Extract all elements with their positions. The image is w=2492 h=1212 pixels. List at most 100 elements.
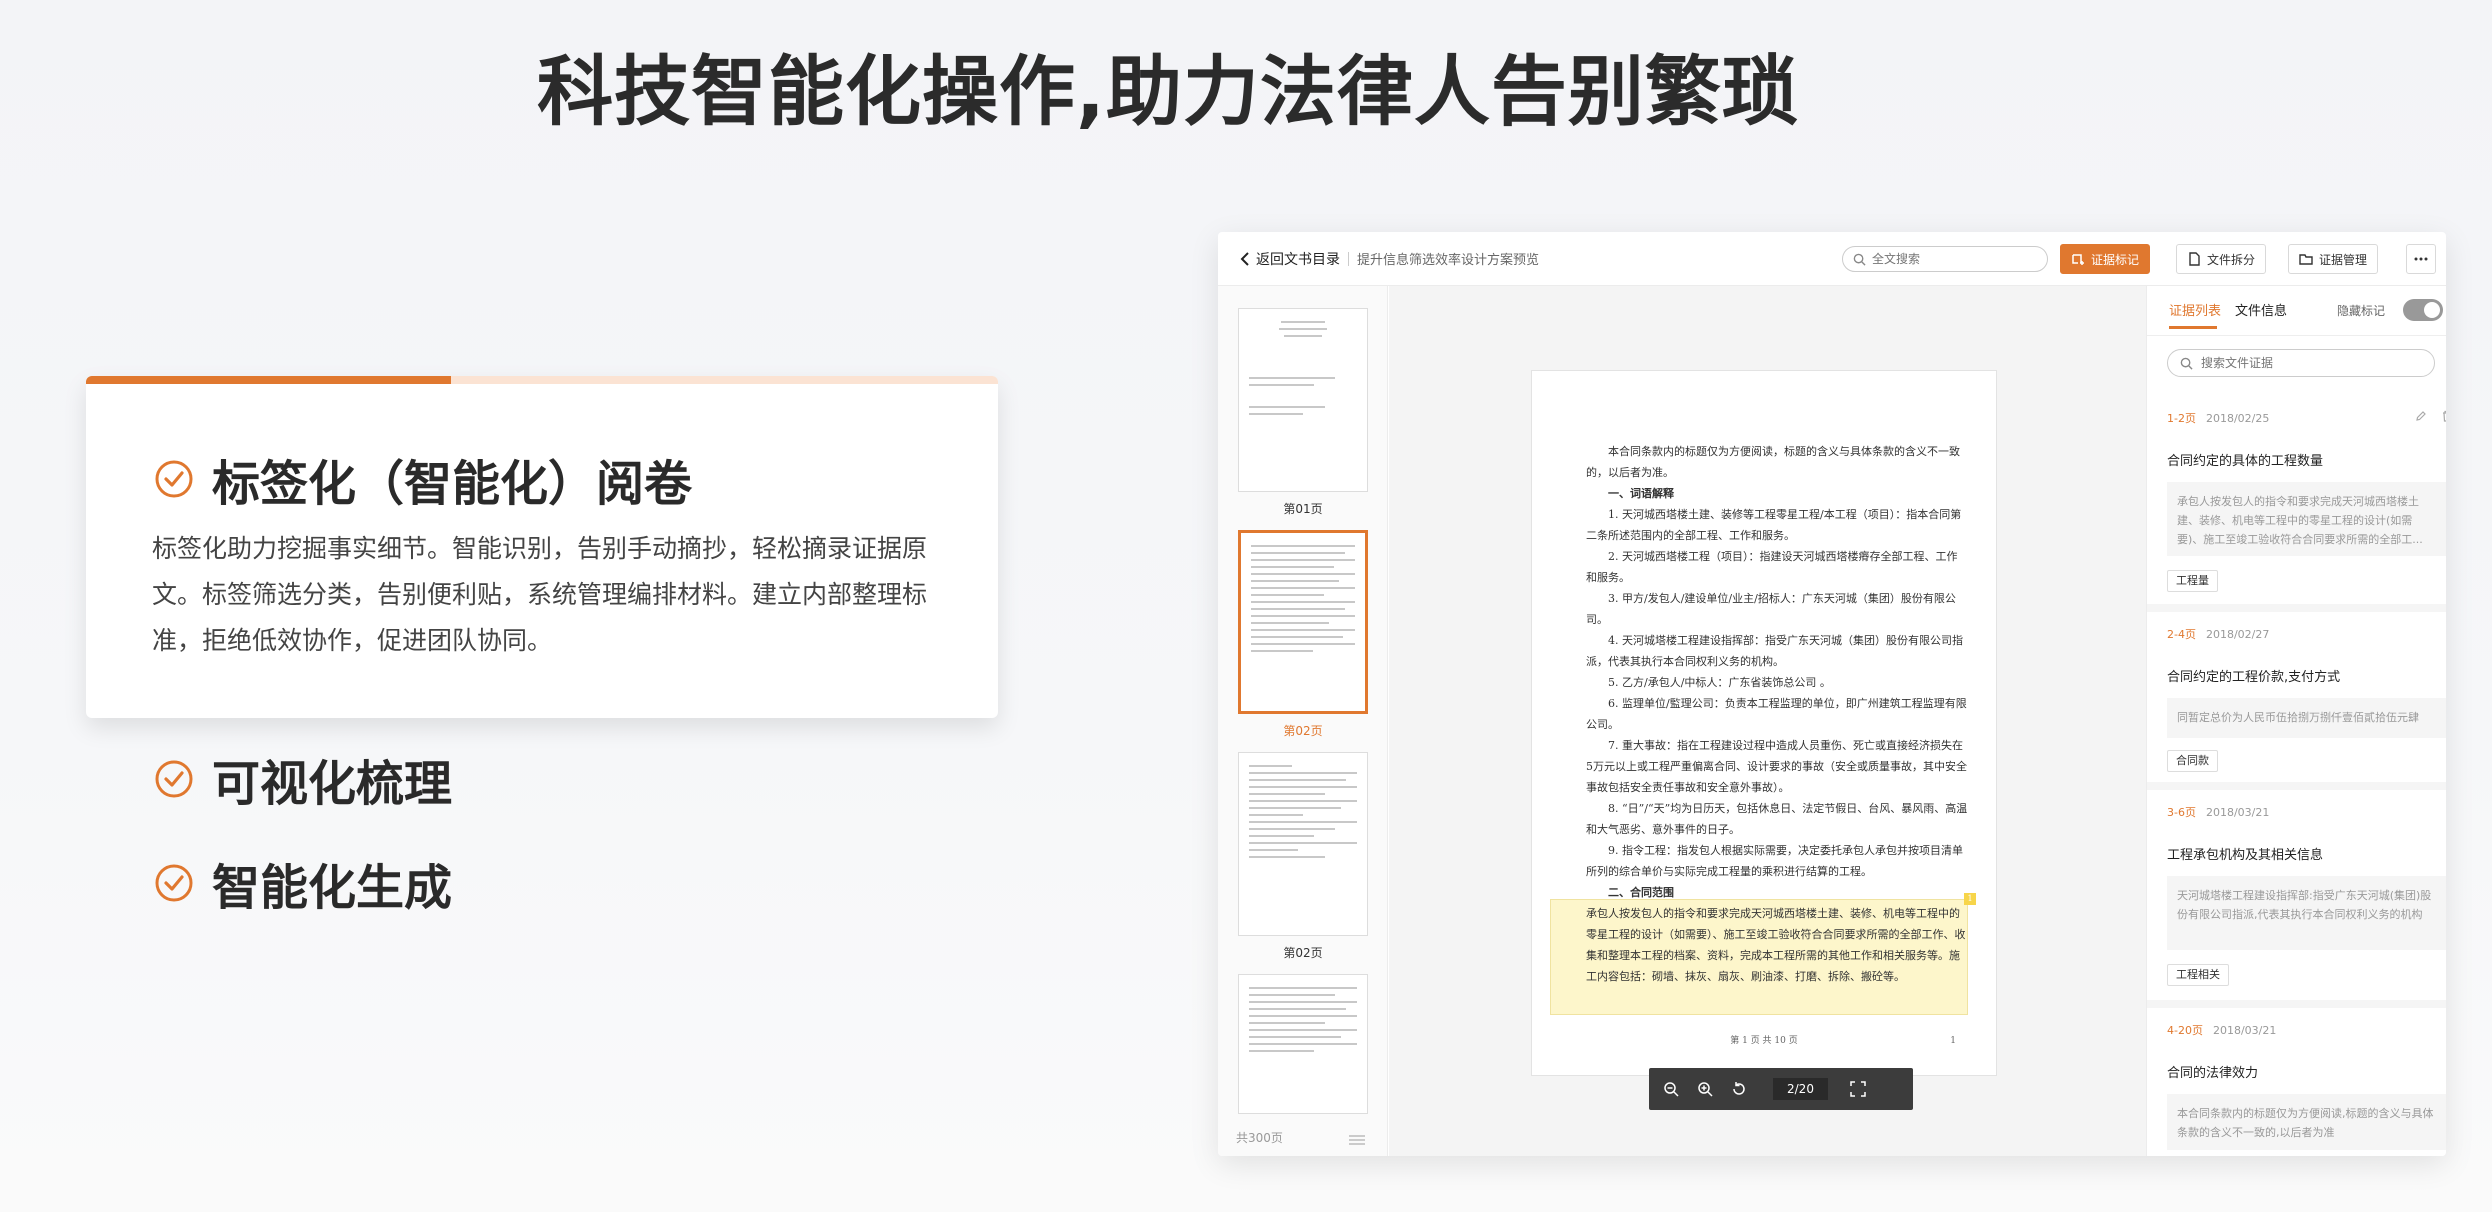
thumbnail-image [1238,530,1368,714]
evidence-quote: 本合同条款内的标题仅为方便阅读,标题的含义与具体条款的含义不一致的,以后者为准 [2167,1094,2446,1150]
evidence-title: 工程承包机构及其相关信息 [2167,848,2324,863]
thumbnail-image [1238,308,1368,492]
document-paragraph: 5. 乙方/承包人/中标人：广东省装饰总公司 。 [1608,676,1831,689]
search-icon [2180,357,2193,370]
evidence-search[interactable] [2167,349,2435,377]
document-paragraph: 3. 甲方/发包人/建设单位/业主/招标人：广东天河城（集团）股份有限公司。 [1586,592,1956,626]
evidence-meta: 2-4页 2018/02/27 [2167,628,2270,641]
document-paragraph: 7. 重大事故：指在工程建设过程中造成人员重伤、死亡或直接经济损失在5万元以上或… [1586,739,1967,794]
list-icon[interactable] [1348,1134,1366,1146]
evidence-quote: 天河城塔楼工程建设指挥部:指受广东天河城(集团)股份有限公司指派,代表其执行本合… [2167,876,2446,950]
document-viewer[interactable]: 本合同条款内的标题仅为方便阅读，标题的含义与具体条款的含义不一致的，以后者为准。… [1389,286,2146,1156]
thumbnail-page[interactable]: 第02页 [1238,752,1368,961]
back-button[interactable]: 返回文书目录 [1240,249,1340,269]
thumbnail-image [1238,752,1368,936]
evidence-item[interactable]: 1-2页 2018/02/25 合同约定的具体的工程数量 承包人按发包人的指令和要… [2147,396,2446,612]
thumbnail-label: 第02页 [1283,946,1323,960]
feature-item-visual[interactable]: 可视化梳理 [154,744,452,814]
thumbnail-image [1238,974,1368,1114]
evidence-manage-button[interactable]: 证据管理 [2288,244,2379,274]
delete-icon[interactable] [2441,410,2446,422]
evidence-item[interactable]: 4-20页 2018/03/21 合同的法律效力 本合同条款内的标题仅为方便阅读,… [2147,1008,2446,1156]
evidence-title: 合同的法律效力 [2167,1066,2259,1081]
evidence-tag[interactable]: 合同款 [2167,750,2218,772]
feature-title: 标签化（智能化）阅卷 [212,456,693,512]
document-paragraph: 本合同条款内的标题仅为方便阅读，标题的含义与具体条款的含义不一致的，以后者为准。 [1586,445,1960,479]
evidence-title: 合同约定的具体的工程数量 [2167,454,2324,469]
evidence-meta: 3-6页 2018/03/21 [2167,806,2270,819]
document-page: 本合同条款内的标题仅为方便阅读，标题的含义与具体条款的含义不一致的，以后者为准。… [1531,370,1997,1076]
evidence-title: 合同约定的工程价款,支付方式 [2167,670,2341,685]
more-dots-icon [2414,257,2428,261]
evidence-mark-label: 证据标记 [2091,252,2140,267]
document-paragraph: 6. 监理单位/監理公司：负责本工程监理的单位，即广州建筑工程监理有限公司。 [1586,697,1967,731]
document-name: 提升信息筛选效率设计方案预览 [1357,253,1540,268]
feature-title: 智能化生成 [212,860,453,916]
crop-mark-icon [2072,254,2084,265]
file-split-button[interactable]: 文件拆分 [2176,244,2267,274]
file-icon [2189,252,2200,266]
toolbar: 返回文书目录 提升信息筛选效率设计方案预览 证据标记 文件拆分 证据管理 [1218,232,2446,286]
thumbnail-sidebar: 第01页 第02页 第02页 共300页 [1218,286,1388,1156]
document-paragraph: 2. 天河城西塔楼工程（项目）：指建设天河城西塔楼瘠存全部工程、工作和服务。 [1586,550,1958,584]
back-label: 返回文书目录 [1256,251,1340,268]
page-footer: 第 1 页 共 10 页 [1730,1036,1798,1046]
toggle-knob [2424,302,2440,318]
tab-evidence-list[interactable]: 证据列表 [2169,300,2221,319]
highlight-text: 承包人按发包人的指令和要求完成天河城西塔楼土建、装修、机电等工程中的零星工程的设… [1586,907,1966,983]
feature-title: 可视化梳理 [212,756,453,812]
folder-icon [2299,254,2313,265]
fulltext-search-input[interactable] [1872,252,2032,266]
evidence-search-input[interactable] [2201,356,2421,370]
document-paragraph: 一、词语解释 [1608,487,1674,500]
check-circle-icon [155,760,193,798]
evidence-panel: 证据列表 文件信息 隐藏标记 1-2页2018/02/25 合同约定的具体的工程… [2146,286,2446,1156]
zoom-in-icon[interactable] [1697,1081,1713,1097]
zoom-out-icon[interactable] [1663,1081,1679,1097]
zoom-toolbar: 2/20 [1649,1068,1913,1110]
thumbnail-label: 第01页 [1283,502,1323,516]
thumbnail-page-active[interactable]: 第02页 [1238,530,1368,739]
page-indicator[interactable]: 2/20 [1773,1078,1828,1100]
evidence-meta: 1-2页 2018/02/25 [2167,412,2270,425]
evidence-tag[interactable]: 工程相关 [2167,964,2229,986]
fulltext-search[interactable] [1842,246,2048,272]
file-split-label: 文件拆分 [2207,252,2256,267]
document-paragraph: 9. 指令工程：指发包人根据实际需要，决定委托承包人承包并按项目清单所列的综合单… [1586,844,1963,878]
document-paragraph: 1. 天河城西塔楼土建、装修等工程零星工程/本工程（项目）：指本合同第二条所述范… [1586,508,1962,542]
divider [1348,251,1349,266]
feature-card-active[interactable]: 标签化（智能化）阅卷 标签化助力挖掘事实细节。智能识别，告别手动摘抄，轻松摘录证… [86,376,998,718]
evidence-manage-label: 证据管理 [2319,252,2368,267]
evidence-tag[interactable]: 工程量 [2167,570,2218,592]
thumbnail-page[interactable]: 第01页 [1238,308,1368,517]
search-icon [1853,253,1866,266]
feature-item-generate[interactable]: 智能化生成 [154,848,452,918]
check-circle-icon [155,864,193,902]
tab-underline [2169,326,2217,329]
panel-tabs: 证据列表 文件信息 隐藏标记 [2147,286,2446,336]
evidence-quote: 承包人按发包人的指令和要求完成天河城西塔楼土建、装修、机电等工程中的零星工程的设… [2167,482,2446,556]
document-paragraph: 8. “日”/“天”均为日历天，包括休息日、法定节假日、台风、暴风雨、高温和大气… [1586,802,1968,836]
evidence-item[interactable]: 2-4页 2018/02/27 合同约定的工程价款,支付方式 同暂定总价为人民币伍… [2147,612,2446,790]
more-button[interactable] [2406,244,2436,274]
fullscreen-icon[interactable] [1850,1081,1866,1097]
hide-marks-label: 隐藏标记 [2337,304,2386,318]
app-window: 返回文书目录 提升信息筛选效率设计方案预览 证据标记 文件拆分 证据管理 [1218,232,2446,1156]
document-paragraph: 4. 天河城塔楼工程建设指挥部：指受广东天河城（集团）股份有限公司指派，代表其执… [1586,634,1963,668]
chevron-left-icon [1240,251,1249,266]
evidence-quote: 同暂定总价为人民币伍拾捌万捌仟壹佰貳拾伍元肆 [2167,698,2446,738]
evidence-mark-button[interactable]: 证据标记 [2060,244,2151,274]
evidence-item[interactable]: 3-6页 2018/03/21 工程承包机构及其相关信息 天河城塔楼工程建设指挥部… [2147,790,2446,1008]
tab-file-info[interactable]: 文件信息 [2235,300,2287,319]
edit-icon[interactable] [2415,410,2427,422]
hide-marks-toggle[interactable] [2403,299,2443,321]
thumbnail-page[interactable] [1238,974,1368,1114]
rotate-icon[interactable] [1731,1081,1747,1097]
page-title: 科技智能化操作,助力法律人告别繁琐 [537,47,1799,136]
evidence-meta: 4-20页 2018/03/21 [2167,1024,2277,1037]
page-number: 1 [1950,1036,1956,1046]
total-pages: 共300页 [1236,1131,1283,1145]
feature-description: 标签化助力挖掘事实细节。智能识别，告别手动摘抄，轻松摘录证据原文。标签筛选分类，… [152,534,928,655]
card-progress-fill [86,376,451,384]
thumbnail-label: 第02页 [1283,724,1323,738]
